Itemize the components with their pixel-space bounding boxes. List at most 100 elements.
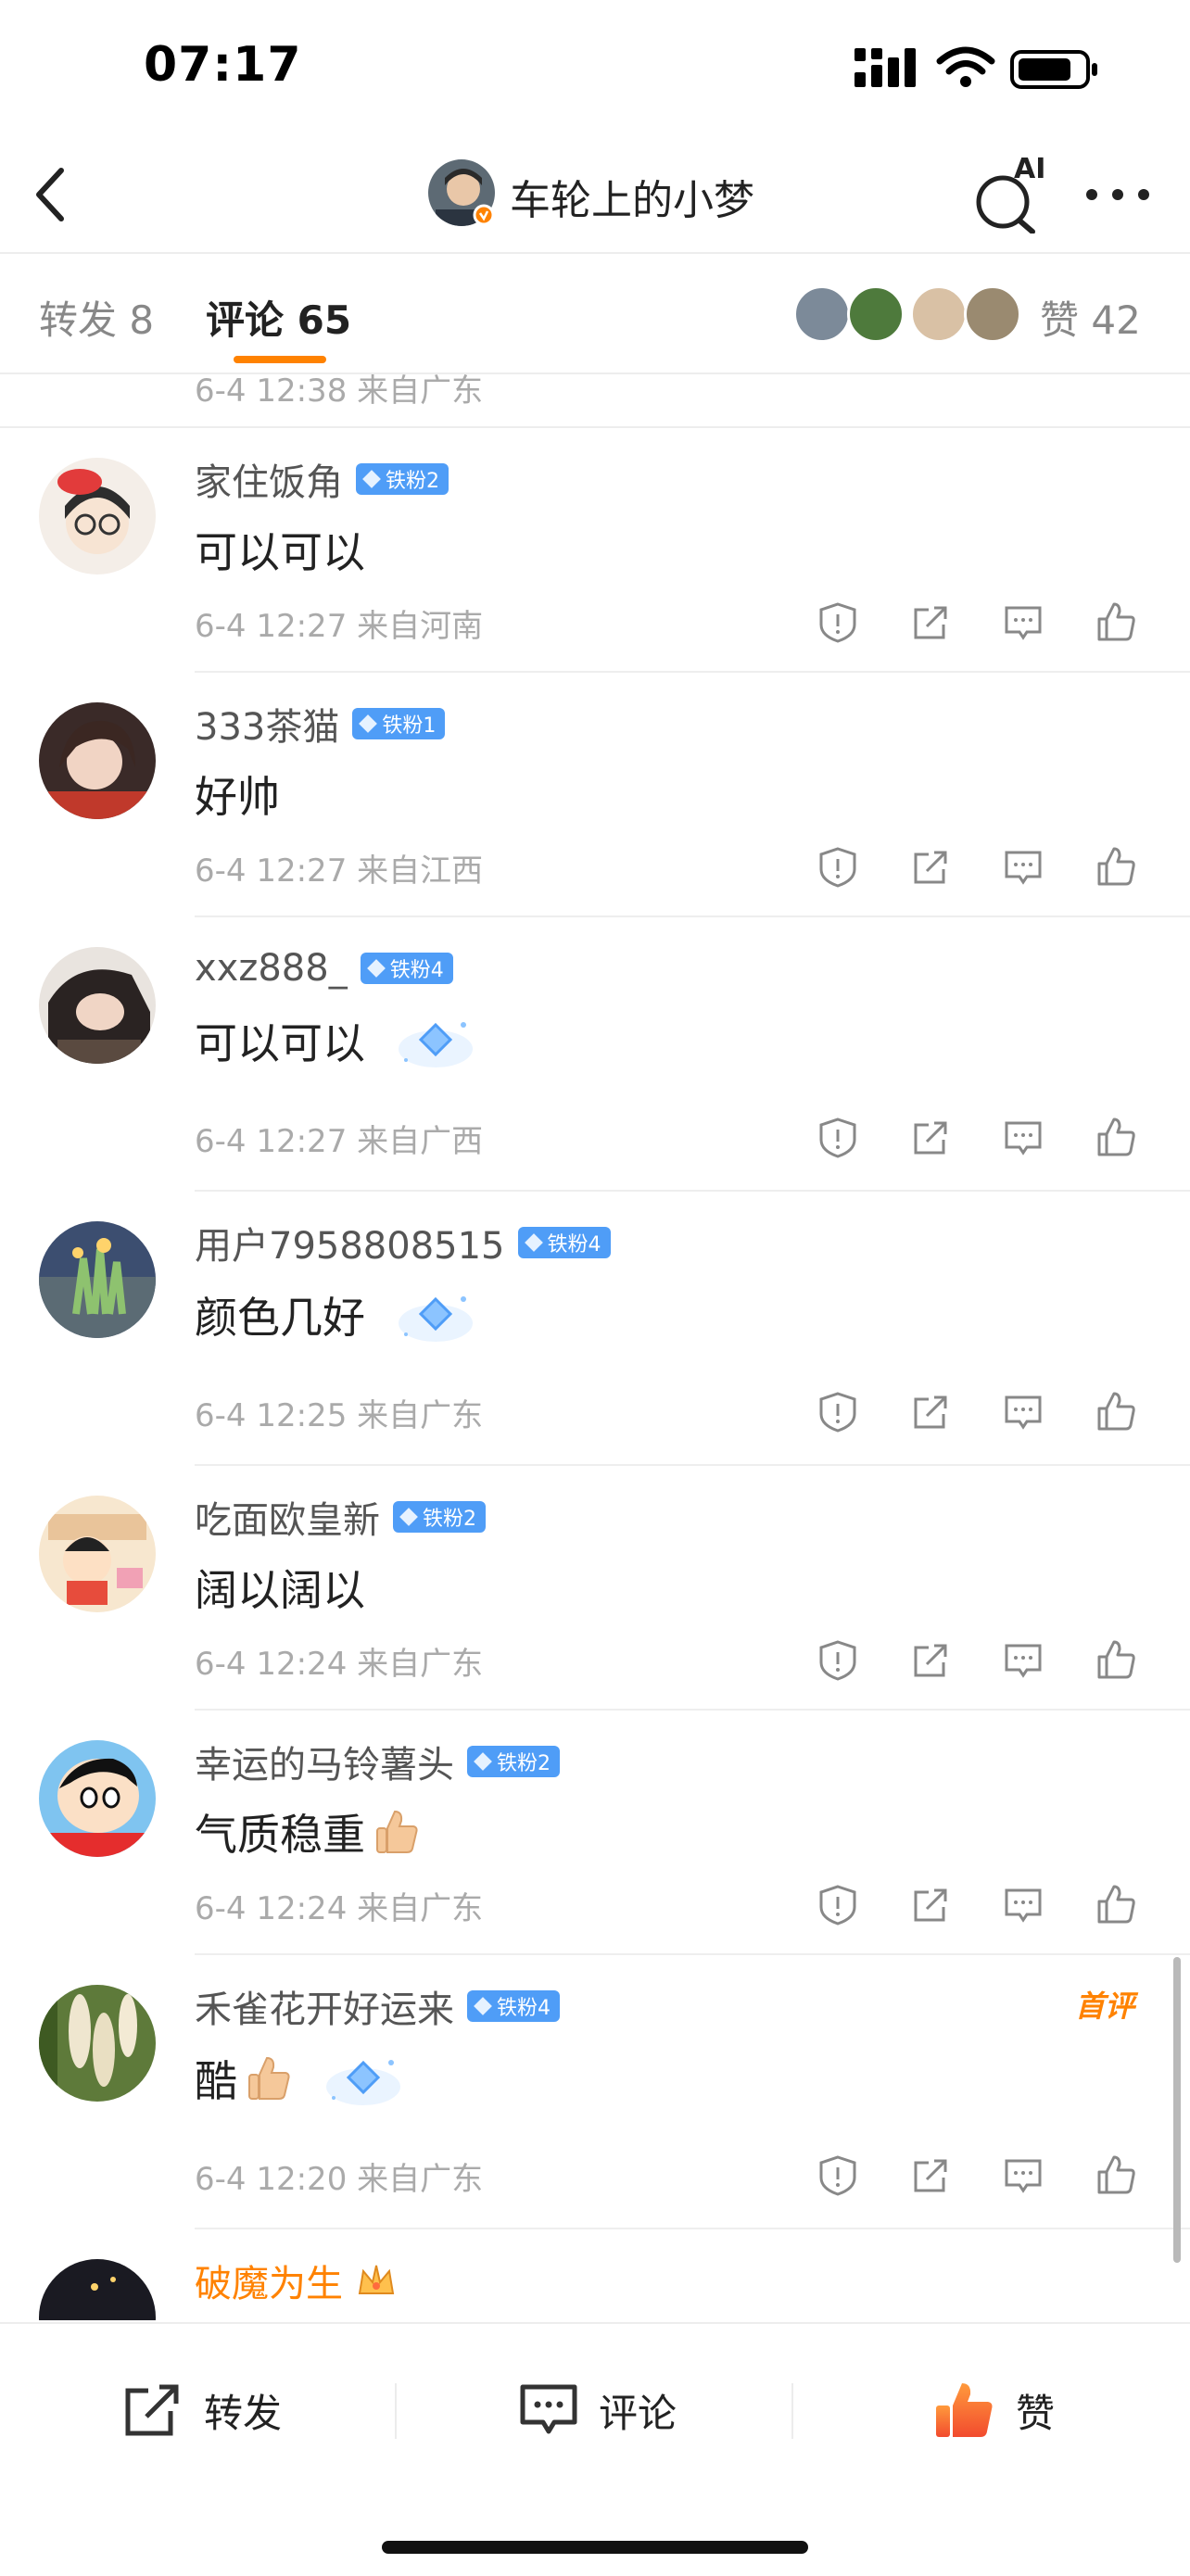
- comment-author[interactable]: xxz888_: [195, 947, 348, 990]
- comment-meta: 6-4 12:25 来自广东: [195, 1397, 484, 1434]
- diamond-sticker-icon: [399, 1296, 473, 1342]
- cellular-signal-icon: [855, 48, 916, 87]
- liker-avatars[interactable]: [793, 285, 1021, 343]
- like-icon[interactable]: [1094, 845, 1138, 890]
- comment-icon: [520, 2384, 577, 2434]
- comment-item[interactable]: 用户7958808515 铁粉4 颜色几好 6-4 12:25 来自广东: [0, 1192, 1190, 1466]
- comment-author[interactable]: 333茶猫: [195, 697, 339, 751]
- comment-meta: 6-4 12:27 来自河南: [195, 608, 484, 645]
- like-label: 赞: [1016, 2390, 1056, 2436]
- tab-like[interactable]: 赞 42: [1040, 289, 1141, 346]
- like-icon[interactable]: [1094, 1638, 1138, 1683]
- share-icon[interactable]: [908, 1638, 953, 1683]
- thumbs-up-emoji-icon: [248, 2056, 290, 2100]
- reply-icon[interactable]: [1001, 845, 1045, 890]
- like-icon[interactable]: [1094, 1390, 1138, 1434]
- like-filled-icon: [936, 2383, 993, 2437]
- home-indicator[interactable]: [382, 2541, 808, 2554]
- comment-author[interactable]: 家住饭角: [195, 452, 343, 506]
- report-icon[interactable]: [816, 1390, 860, 1434]
- comment-text: 酷: [195, 2056, 237, 2106]
- like-button[interactable]: 赞: [932, 2378, 1055, 2443]
- comment-item[interactable]: 禾雀花开好运来 铁粉4 首评 酷 6-4 12:20 来自广东: [0, 1955, 1190, 2229]
- avatar[interactable]: [39, 1740, 156, 1857]
- like-icon[interactable]: [1094, 1883, 1138, 1927]
- report-icon[interactable]: [816, 600, 860, 645]
- report-icon[interactable]: [816, 845, 860, 890]
- avatar[interactable]: [39, 1496, 156, 1612]
- reply-icon[interactable]: [1001, 600, 1045, 645]
- fan-badge: 铁粉1: [352, 708, 446, 739]
- comment-item[interactable]: 333茶猫 铁粉1 好帅 6-4 12:27 来自江西: [0, 673, 1190, 917]
- report-icon[interactable]: [816, 1883, 860, 1927]
- report-icon[interactable]: [816, 1638, 860, 1683]
- comment-author[interactable]: 幸运的马铃薯头: [195, 1735, 454, 1788]
- repost-button[interactable]: 转发: [122, 2378, 282, 2443]
- share-icon[interactable]: [908, 1116, 953, 1160]
- diamond-sticker-icon: [399, 1022, 473, 1067]
- avatar[interactable]: [39, 2259, 156, 2320]
- ai-search-icon[interactable]: AI: [973, 150, 1047, 234]
- more-icon[interactable]: [1082, 185, 1153, 204]
- comment-item[interactable]: 吃面欧皇新 铁粉2 阔以阔以 6-4 12:24 来自广东: [0, 1466, 1190, 1711]
- report-icon[interactable]: [816, 2153, 860, 2198]
- comment-actions: [816, 1883, 1158, 1935]
- comment-actions: [816, 1116, 1158, 1168]
- svg-text:AI: AI: [1014, 153, 1045, 185]
- liker-avatar: [847, 285, 905, 343]
- comment-list[interactable]: 6-4 12:38 来自广东 家住饭角 铁粉2 可以可以 6-4 12:27 来…: [0, 374, 1190, 2320]
- comment-item[interactable]: xxz888_ 铁粉4 可以可以 6-4 12:27 来自广西: [0, 917, 1190, 1192]
- tab-repost[interactable]: 转发 8: [39, 289, 154, 346]
- comment-item[interactable]: 家住饭角 铁粉2 可以可以 6-4 12:27 来自河南: [0, 428, 1190, 673]
- comment-item[interactable]: 破魔为生: [0, 2229, 1190, 2320]
- diamond-sticker-icon: [326, 2060, 400, 2105]
- author-avatar[interactable]: [426, 158, 497, 228]
- fan-badge: 铁粉4: [467, 1990, 560, 2022]
- reply-icon[interactable]: [1001, 1883, 1045, 1927]
- scrollbar[interactable]: [1173, 1957, 1181, 2263]
- reply-icon[interactable]: [1001, 2153, 1045, 2198]
- comment-author[interactable]: 吃面欧皇新: [195, 1490, 380, 1544]
- avatar[interactable]: [39, 1985, 156, 2102]
- comment-text: 可以可以: [195, 1018, 365, 1068]
- avatar[interactable]: [39, 1221, 156, 1338]
- comment-text: 可以可以: [195, 527, 365, 577]
- nav-bar: 车轮上的小梦 AI: [0, 139, 1190, 254]
- comment-label: 评论: [599, 2390, 677, 2436]
- comment-actions: [816, 2153, 1158, 2205]
- comment-meta: 6-4 12:20 来自广东: [195, 2161, 484, 2198]
- first-comment-tag: 首评: [1075, 1989, 1135, 2024]
- page-title[interactable]: 车轮上的小梦: [510, 167, 754, 226]
- comment-button[interactable]: 评论: [517, 2378, 677, 2443]
- comment-author[interactable]: 用户7958808515: [195, 1216, 505, 1269]
- tab-comment[interactable]: 评论 65: [206, 289, 351, 346]
- fan-badge: 铁粉2: [467, 1746, 560, 1777]
- reply-icon[interactable]: [1001, 1638, 1045, 1683]
- comment-author[interactable]: 破魔为生: [195, 2254, 343, 2307]
- like-icon[interactable]: [1094, 1116, 1138, 1160]
- repost-label: 转发: [204, 2390, 283, 2436]
- avatar[interactable]: [39, 947, 156, 1064]
- reply-icon[interactable]: [1001, 1116, 1045, 1160]
- comment-actions: [816, 1638, 1158, 1690]
- liker-avatar: [793, 285, 851, 343]
- comment-item[interactable]: 幸运的马铃薯头 铁粉2 气质稳重 6-4 12:24 来自广东: [0, 1711, 1190, 1955]
- share-icon[interactable]: [908, 1390, 953, 1434]
- reply-icon[interactable]: [1001, 1390, 1045, 1434]
- like-icon[interactable]: [1094, 600, 1138, 645]
- share-icon[interactable]: [908, 600, 953, 645]
- share-icon[interactable]: [908, 1883, 953, 1927]
- share-icon[interactable]: [908, 2153, 953, 2198]
- repost-icon: [125, 2384, 179, 2436]
- avatar[interactable]: [39, 458, 156, 575]
- report-icon[interactable]: [816, 1116, 860, 1160]
- comment-author[interactable]: 禾雀花开好运来: [195, 1979, 454, 2033]
- back-icon[interactable]: [28, 158, 74, 232]
- liker-avatar: [964, 285, 1021, 343]
- comment-actions: [816, 600, 1158, 652]
- like-icon[interactable]: [1094, 2153, 1138, 2198]
- comment-meta: 6-4 12:24 来自广东: [195, 1890, 484, 1927]
- share-icon[interactable]: [908, 845, 953, 890]
- avatar[interactable]: [39, 702, 156, 819]
- comment-meta: 6-4 12:38 来自广东: [195, 374, 484, 410]
